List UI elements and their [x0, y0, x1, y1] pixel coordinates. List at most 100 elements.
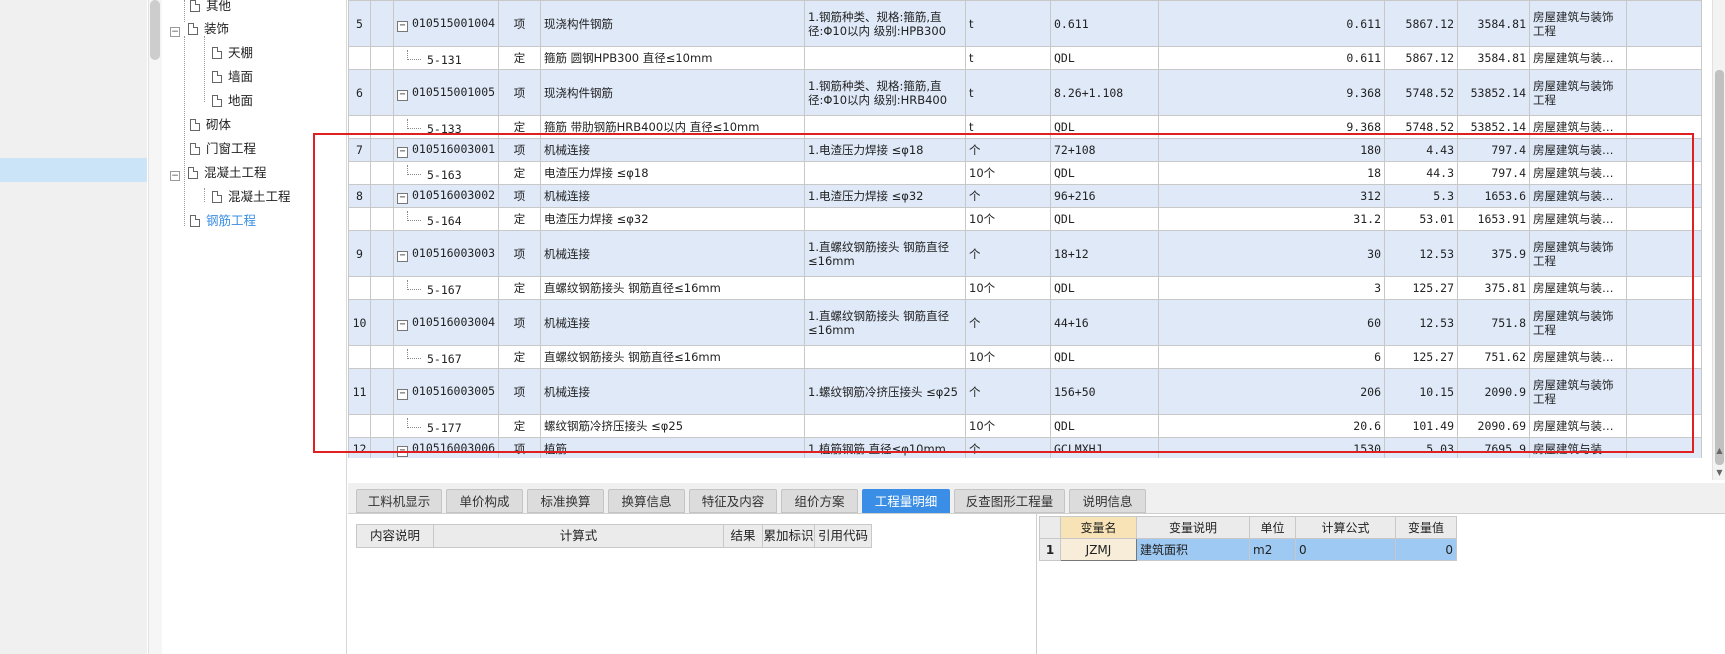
bill-item-row[interactable]: 12 −010516003006 项 植筋 1.植筋钢筋 直径≤φ10mm 个 GCLMXH… — [348, 437, 1702, 458]
unit-cell[interactable]: 10个 — [965, 207, 1051, 231]
extra-cell[interactable] — [1626, 115, 1702, 139]
collapse-icon[interactable]: − — [397, 446, 408, 457]
type-cell[interactable]: 项 — [498, 368, 541, 415]
tab-standard-conversion[interactable]: 标准换算 — [527, 489, 604, 513]
unit-cell[interactable]: t — [965, 69, 1051, 116]
quantity-expression-cell[interactable]: QDL — [1050, 115, 1159, 139]
expand-cell[interactable] — [370, 69, 394, 116]
quantity-cell[interactable]: 20.6 — [1158, 414, 1385, 438]
left-panel-scrollbar-thumb[interactable] — [150, 0, 160, 60]
type-cell[interactable]: 定 — [498, 345, 541, 369]
row-number-cell[interactable]: 9 — [348, 230, 371, 277]
extra-cell[interactable] — [1626, 368, 1702, 415]
row-number-cell[interactable]: 5 — [348, 0, 371, 47]
feature-cell[interactable] — [804, 345, 966, 369]
feature-cell[interactable]: 1.直螺纹钢筋接头 钢筋直径≤16mm — [804, 230, 966, 277]
quota-row[interactable]: 5-164 定 电渣压力焊接 ≤φ32 10个 QDL 31.2 53.01 1653.91 房… — [348, 207, 1702, 231]
specialty-cell[interactable]: 房屋建筑与装饰工程 — [1529, 69, 1627, 116]
name-cell[interactable]: 机械连接 — [540, 138, 805, 162]
variable-description-cell[interactable]: 建筑面积 — [1136, 538, 1250, 561]
collapse-icon[interactable]: − — [397, 89, 408, 101]
quantity-expression-cell[interactable]: 156+50 — [1050, 368, 1159, 415]
feature-cell[interactable]: 1.直螺纹钢筋接头 钢筋直径≤16mm — [804, 299, 966, 346]
unit-price-cell[interactable]: 5867.12 — [1384, 46, 1458, 70]
code-cell[interactable]: −010516003004 — [393, 299, 499, 346]
type-cell[interactable]: 定 — [498, 207, 541, 231]
quantity-cell[interactable]: 9.368 — [1158, 69, 1385, 116]
expand-cell[interactable] — [370, 46, 394, 70]
total-price-cell[interactable]: 1653.6 — [1457, 184, 1530, 208]
type-cell[interactable]: 定 — [498, 46, 541, 70]
unit-cell[interactable]: 个 — [965, 184, 1051, 208]
unit-cell[interactable]: t — [965, 115, 1051, 139]
type-cell[interactable]: 定 — [498, 276, 541, 300]
specialty-cell[interactable]: 房屋建筑与装饰工程 — [1529, 368, 1627, 415]
quantity-cell[interactable]: 18 — [1158, 161, 1385, 185]
quota-row[interactable]: 5-133 定 箍筋 带肋钢筋HRB400以内 直径≤10mm t QDL 9.368 57… — [348, 115, 1702, 139]
feature-cell[interactable] — [804, 161, 966, 185]
bill-item-row[interactable]: 5 −010515001004 项 现浇构件钢筋 1.钢筋种类、规格:箍筋,直径:Φ10… — [348, 0, 1702, 47]
unit-price-cell[interactable]: 125.27 — [1384, 276, 1458, 300]
quantity-cell[interactable]: 9.368 — [1158, 115, 1385, 139]
bill-item-row[interactable]: 10 −010516003004 项 机械连接 1.直螺纹钢筋接头 钢筋直径≤16mm 个… — [348, 299, 1702, 346]
type-cell[interactable]: 项 — [498, 138, 541, 162]
row-number-cell[interactable]: 10 — [348, 299, 371, 346]
tree-item-concrete-sub[interactable]: 混凝土工程 — [212, 185, 291, 209]
quantity-cell[interactable]: 206 — [1158, 368, 1385, 415]
name-cell[interactable]: 直螺纹钢筋接头 钢筋直径≤16mm — [540, 345, 805, 369]
extra-cell[interactable] — [1626, 184, 1702, 208]
name-cell[interactable]: 现浇构件钢筋 — [540, 69, 805, 116]
tab-unit-price-composition[interactable]: 单价构成 — [446, 489, 523, 513]
name-cell[interactable]: 螺纹钢筋冷挤压接头 ≤φ25 — [540, 414, 805, 438]
row-number-cell[interactable]: 11 — [348, 368, 371, 415]
code-cell[interactable]: −010515001004 — [393, 0, 499, 47]
tree-item-doors-windows[interactable]: 门窗工程 — [190, 137, 256, 161]
row-number-cell[interactable]: 8 — [348, 184, 371, 208]
specialty-cell[interactable]: 房屋建筑与装饰工程 — [1529, 230, 1627, 277]
quantity-expression-cell[interactable]: QDL — [1050, 207, 1159, 231]
unit-price-cell[interactable]: 125.27 — [1384, 345, 1458, 369]
scroll-down-icon[interactable]: ▼ — [1715, 468, 1724, 478]
extra-cell[interactable] — [1626, 230, 1702, 277]
collapse-icon[interactable]: − — [397, 193, 408, 204]
quota-row[interactable]: 5-163 定 电渣压力焊接 ≤φ18 10个 QDL 18 44.3 797.4 房屋建筑与装… — [348, 161, 1702, 185]
name-cell[interactable]: 机械连接 — [540, 184, 805, 208]
tree-item-other[interactable]: 其他 — [190, 0, 231, 18]
feature-cell[interactable] — [804, 276, 966, 300]
tab-quantity-detail[interactable]: 工程量明细 — [862, 489, 950, 513]
unit-price-cell[interactable]: 10.15 — [1384, 368, 1458, 415]
unit-price-cell[interactable]: 53.01 — [1384, 207, 1458, 231]
extra-cell[interactable] — [1626, 345, 1702, 369]
tree-item-wall[interactable]: 墙面 — [212, 65, 253, 89]
unit-cell[interactable]: 10个 — [965, 414, 1051, 438]
feature-cell[interactable]: 1.电渣压力焊接 ≤φ18 — [804, 138, 966, 162]
unit-cell[interactable]: t — [965, 0, 1051, 47]
quantity-cell[interactable]: 180 — [1158, 138, 1385, 162]
total-price-cell[interactable]: 53852.14 — [1457, 115, 1530, 139]
code-cell[interactable]: 5-163 — [393, 161, 499, 185]
code-cell[interactable]: −010516003003 — [393, 230, 499, 277]
unit-cell[interactable]: 10个 — [965, 345, 1051, 369]
feature-cell[interactable] — [804, 414, 966, 438]
quantity-expression-cell[interactable]: GCLMXHJ — [1050, 437, 1159, 458]
unit-price-cell[interactable]: 5.03 — [1384, 437, 1458, 458]
quantity-expression-cell[interactable]: QDL — [1050, 414, 1159, 438]
code-cell[interactable]: 5-133 — [393, 115, 499, 139]
expand-cell[interactable] — [370, 345, 394, 369]
row-number-cell[interactable] — [348, 115, 371, 139]
quantity-expression-cell[interactable]: 96+216 — [1050, 184, 1159, 208]
tab-conversion-info[interactable]: 换算信息 — [608, 489, 685, 513]
quota-row[interactable]: 5-177 定 螺纹钢筋冷挤压接头 ≤φ25 10个 QDL 20.6 101.49 2090… — [348, 414, 1702, 438]
feature-cell[interactable]: 1.钢筋种类、规格:箍筋,直径:Φ10以内 级别:HPB300 — [804, 0, 966, 47]
extra-cell[interactable] — [1626, 414, 1702, 438]
scroll-up-icon[interactable]: ▲ — [1715, 446, 1724, 456]
row-number-cell[interactable] — [348, 46, 371, 70]
row-number-cell[interactable] — [348, 345, 371, 369]
expand-cell[interactable] — [370, 207, 394, 231]
total-price-cell[interactable]: 797.4 — [1457, 138, 1530, 162]
unit-cell[interactable]: 个 — [965, 437, 1051, 458]
quantity-expression-cell[interactable]: 44+16 — [1050, 299, 1159, 346]
specialty-cell[interactable]: 房屋建筑与装… — [1529, 437, 1627, 458]
row-number-cell[interactable]: 7 — [348, 138, 371, 162]
specialty-cell[interactable]: 房屋建筑与装… — [1529, 184, 1627, 208]
